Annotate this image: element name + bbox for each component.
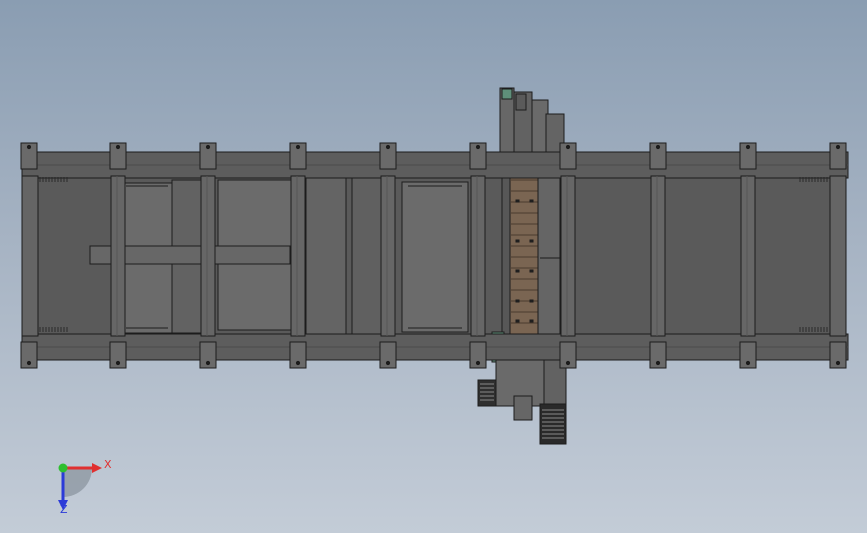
- right-end-cap: [829, 175, 847, 337]
- belt-mark: [529, 319, 534, 323]
- belt-mark: [515, 239, 520, 243]
- bracket-hole: [26, 144, 32, 150]
- triad-shadow: [63, 468, 92, 497]
- bracket-hole: [655, 360, 661, 366]
- bracket-hole: [115, 360, 121, 366]
- bracket-hole: [385, 144, 391, 150]
- belt-mark: [529, 299, 534, 303]
- bracket-hole: [835, 360, 841, 366]
- left-end-cap: [21, 175, 39, 337]
- bracket-hole: [295, 144, 301, 150]
- belt-mark: [529, 269, 534, 273]
- lower-block-3: [513, 395, 533, 421]
- z-axis-label: Z: [60, 503, 68, 516]
- crossmember: [200, 175, 216, 337]
- panel-e: [351, 177, 383, 335]
- crossmember: [470, 175, 486, 337]
- bracket-hole: [385, 360, 391, 366]
- bracket-hole: [565, 360, 571, 366]
- bracket-hole: [475, 144, 481, 150]
- bracket-hole: [295, 360, 301, 366]
- bracket-hole: [565, 144, 571, 150]
- x-axis-arrow: [92, 463, 102, 473]
- belt-mark: [515, 199, 520, 203]
- drive-bolt: [515, 93, 527, 111]
- crossmember: [380, 175, 396, 337]
- crossmember: [650, 175, 666, 337]
- belt-mark: [515, 269, 520, 273]
- bracket-hole: [205, 360, 211, 366]
- panel-d: [305, 177, 347, 335]
- crossmember: [740, 175, 756, 337]
- bracket-hole: [655, 144, 661, 150]
- cad-viewport[interactable]: [0, 0, 867, 533]
- belt-side-rail: [537, 175, 561, 337]
- conveyor-frame-assembly[interactable]: [20, 87, 849, 445]
- panel-f: [401, 181, 469, 333]
- bracket-hole: [115, 144, 121, 150]
- crossmember: [290, 175, 306, 337]
- bracket-hole: [475, 360, 481, 366]
- belt-mark: [529, 199, 534, 203]
- belt: [509, 175, 541, 335]
- belt-mark: [515, 299, 520, 303]
- bracket-hole: [835, 144, 841, 150]
- bracket-hole: [205, 144, 211, 150]
- x-axis-label: X: [104, 458, 112, 471]
- drive-block-green: [501, 88, 513, 100]
- crossmember: [110, 175, 126, 337]
- belt-mark: [529, 239, 534, 243]
- bracket-hole: [26, 360, 32, 366]
- bracket-hole: [745, 144, 751, 150]
- bracket-hole: [745, 360, 751, 366]
- y-axis-dot: [58, 463, 68, 473]
- crossmember: [560, 175, 576, 337]
- belt-mark: [515, 319, 520, 323]
